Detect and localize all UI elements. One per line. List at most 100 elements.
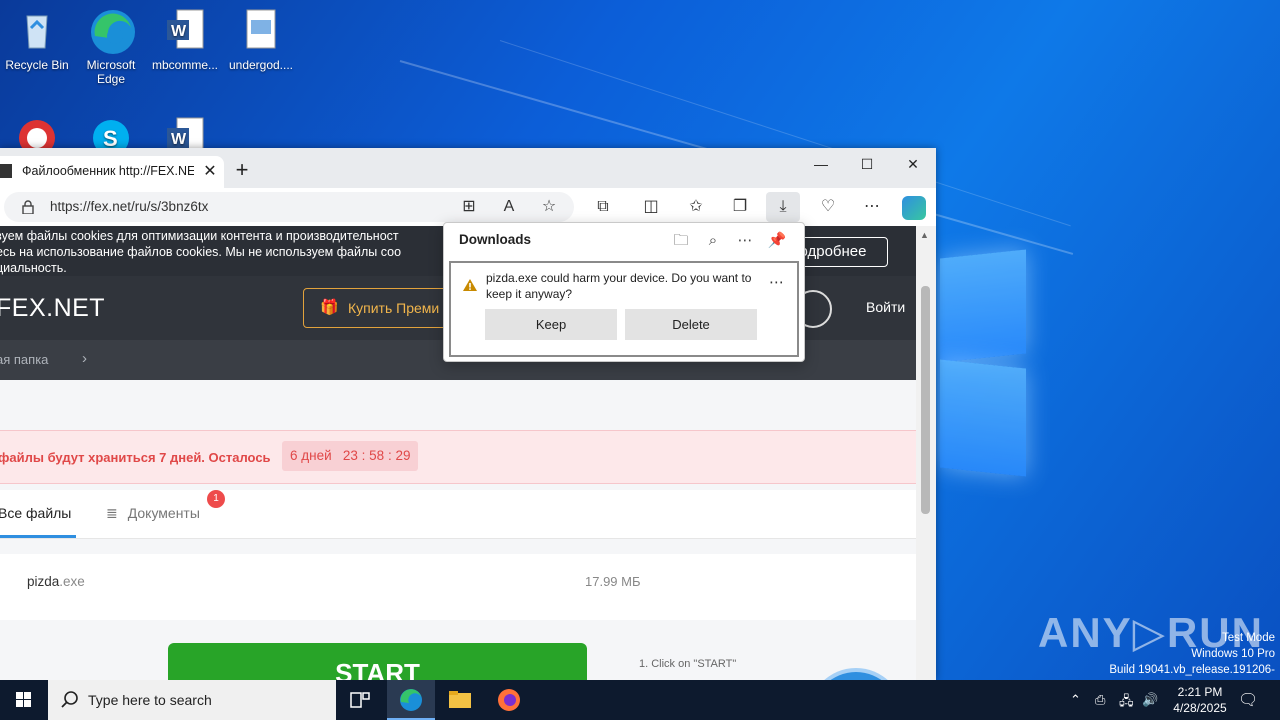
network-icon[interactable]: 🖧 xyxy=(1119,692,1134,714)
minimize-button[interactable]: — xyxy=(798,148,844,180)
download-warning-text: pizda.exe could harm your device. Do you… xyxy=(486,271,752,301)
taskbar-file-explorer[interactable] xyxy=(436,680,484,720)
expiry-notice: файлы будут храниться 7 дней. Осталось 6… xyxy=(0,430,916,484)
cookie-text: зуем файлы cookies для оптимизации конте… xyxy=(0,228,456,276)
task-view-button[interactable] xyxy=(336,680,384,720)
copilot-icon[interactable] xyxy=(902,196,926,220)
pin-icon[interactable]: 📌 xyxy=(767,231,787,251)
site-logo[interactable]: FEX.NET xyxy=(0,294,105,323)
recycle-bin-icon xyxy=(15,8,59,52)
file-filter-tabs: Все файлы ≣ Документы 1 xyxy=(0,490,916,539)
file-name-base: pizda xyxy=(27,574,60,589)
active-tab-indicator xyxy=(0,535,76,538)
windows-logo-wallpaper xyxy=(940,240,1030,480)
timer-days: 6 дней xyxy=(290,448,332,463)
gift-icon: 🎁 xyxy=(320,299,339,316)
volume-icon[interactable]: 🔊 xyxy=(1142,692,1158,708)
start-button[interactable] xyxy=(0,680,48,720)
chevron-right-icon: › xyxy=(82,350,87,367)
file-size: 17.99 МБ xyxy=(585,574,641,589)
open-folder-icon[interactable]: 🗀 xyxy=(671,231,691,251)
tab-all-files[interactable]: Все файлы xyxy=(0,505,71,521)
lock-icon xyxy=(22,200,34,215)
start-download-button[interactable]: START xyxy=(168,643,587,680)
documents-count-badge: 1 xyxy=(207,490,225,508)
taskbar: Type here to search ⌃ ⎙ 🖧 🔊 2:21 PM 4/28… xyxy=(0,680,1280,720)
taskbar-search-box[interactable]: Type here to search xyxy=(48,680,336,720)
close-window-button[interactable]: ✕ xyxy=(890,148,936,180)
collections-icon[interactable]: ❐ xyxy=(729,196,751,218)
buy-premium-button[interactable]: 🎁 Купить Преми xyxy=(303,288,455,328)
timer-time: 23 : 58 : 29 xyxy=(342,448,411,463)
tab-close-icon[interactable]: ✕ xyxy=(200,162,220,182)
page-scrollbar[interactable]: ▲ xyxy=(916,226,936,680)
cookie-line: циальность. xyxy=(0,261,67,275)
contact-mail-button[interactable] xyxy=(812,672,900,680)
watermark-os: Windows 10 Pro xyxy=(1191,648,1275,660)
task-view-icon xyxy=(350,692,370,708)
clock-date: 4/28/2025 xyxy=(1173,701,1227,715)
address-bar[interactable]: https://fex.net/ru/s/3bnz6tx ⊞ A ☆ xyxy=(4,192,574,222)
desktop-icon-label: mbcomme... xyxy=(151,58,218,72)
folder-icon xyxy=(449,691,471,708)
tab-documents[interactable]: ≣ Документы xyxy=(106,505,200,522)
more-options-icon[interactable]: ⋯ xyxy=(735,231,755,251)
desktop-icon-word-doc[interactable]: W mbcomme... xyxy=(150,8,220,72)
login-link[interactable]: Войти xyxy=(866,299,905,315)
show-hidden-icons[interactable]: ⌃ xyxy=(1070,692,1081,708)
downloads-icon[interactable]: ⤓ xyxy=(766,192,800,222)
address-url: https://fex.net/ru/s/3bnz6tx xyxy=(50,199,209,214)
taskbar-firefox[interactable] xyxy=(485,680,533,720)
svg-text:W: W xyxy=(171,131,187,148)
favorites-icon[interactable]: ✩ xyxy=(685,196,707,218)
favorite-star-icon[interactable]: ☆ xyxy=(538,196,560,218)
tab-documents-label: Документы xyxy=(127,505,200,521)
desktop-icon-label: undergod.... xyxy=(228,58,294,72)
system-clock[interactable]: 2:21 PM 4/28/2025 xyxy=(1160,684,1240,716)
search-icon[interactable]: ⌕ xyxy=(703,231,723,251)
downloads-flyout: Downloads 🗀 ⌕ ⋯ 📌 pizda.exe could harm y… xyxy=(443,222,805,362)
warning-icon xyxy=(462,278,478,292)
windows-start-icon xyxy=(16,692,31,707)
browser-tab-active[interactable]: Файлообменник http://FEX.NET ✕ xyxy=(0,156,224,188)
desktop-icon-label: Microsoft Edge xyxy=(86,58,136,86)
downloads-title: Downloads xyxy=(459,232,532,247)
app-available-icon[interactable]: ⊞ xyxy=(458,196,480,218)
more-menu-icon[interactable]: ⋯ xyxy=(861,196,883,218)
delete-button[interactable]: Delete xyxy=(625,309,757,340)
expiry-timer: 6 дней 23 : 58 : 29 xyxy=(282,441,419,471)
scrollbar-thumb[interactable] xyxy=(921,286,930,514)
taskbar-search-placeholder: Type here to search xyxy=(88,692,212,708)
clock-time: 2:21 PM xyxy=(1177,685,1223,699)
desktop-icon-edge[interactable]: Microsoft Edge xyxy=(76,8,146,86)
download-item-more-icon[interactable]: ⋯ xyxy=(769,273,784,291)
keep-button[interactable]: Keep xyxy=(485,309,617,340)
notifications-icon[interactable]: 🗨 xyxy=(1238,690,1258,710)
extensions-icon[interactable]: ⧉ xyxy=(592,196,614,218)
file-list-item[interactable]: pizda.exe 17.99 МБ xyxy=(0,554,916,620)
browser-essentials-icon[interactable]: ♡ xyxy=(817,196,839,218)
svg-text:W: W xyxy=(171,23,187,40)
edge-icon xyxy=(400,689,422,711)
device-icon[interactable]: ⎙ xyxy=(1095,692,1105,708)
start-hint: 1. Click on "START" xyxy=(639,658,737,670)
expiry-message: файлы будут храниться 7 дней. Осталось xyxy=(0,450,271,465)
image-file-icon xyxy=(239,8,283,52)
scroll-up-icon[interactable]: ▲ xyxy=(920,230,929,240)
file-name-ext: .exe xyxy=(59,574,85,589)
breadcrumb-folder[interactable]: ая папка xyxy=(0,352,48,367)
file-name: pizda.exe xyxy=(27,574,85,589)
split-screen-icon[interactable]: ◫ xyxy=(640,196,662,218)
cookie-line: зуем файлы cookies для оптимизации конте… xyxy=(0,229,399,243)
desktop-icon-image-file[interactable]: undergod.... xyxy=(226,8,296,72)
desktop-icon-recycle-bin[interactable]: Recycle Bin xyxy=(2,8,72,72)
new-tab-button[interactable]: + xyxy=(230,159,254,183)
watermark-mode: Test Mode xyxy=(1221,632,1275,644)
mail-icon xyxy=(812,672,900,680)
download-item: pizda.exe could harm your device. Do you… xyxy=(449,261,799,357)
read-aloud-icon[interactable]: A xyxy=(498,196,520,218)
search-icon xyxy=(61,691,78,708)
tab-title: Файлообменник http://FEX.NET xyxy=(22,164,194,178)
maximize-button[interactable]: ☐ xyxy=(844,148,890,180)
taskbar-edge[interactable] xyxy=(387,680,435,720)
